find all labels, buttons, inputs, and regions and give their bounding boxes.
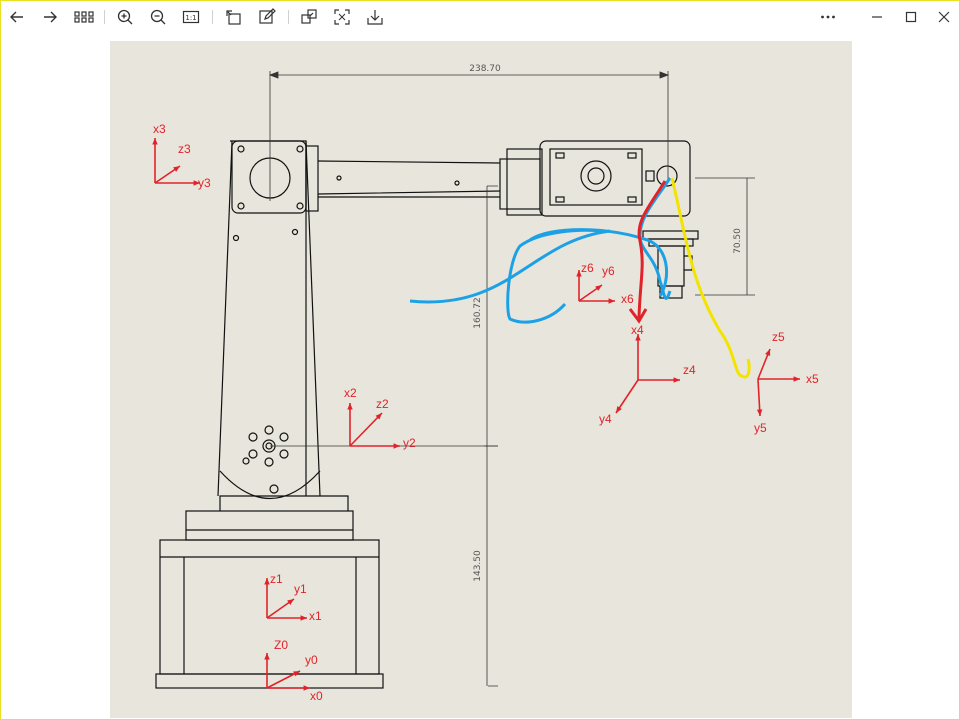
- actual-size-button[interactable]: 1:1: [178, 5, 204, 29]
- maximize-button[interactable]: [898, 5, 924, 29]
- coordinate-frame-labels: x3 z3 y3 x2 z2 y2 z1 y1 x1 Z0 y0 x0 x4 z…: [153, 122, 819, 703]
- close-icon: [938, 11, 950, 23]
- coordinate-frames: [152, 138, 800, 691]
- maximize-icon: [905, 11, 917, 23]
- frame1-y-label: y1: [294, 582, 307, 596]
- frame-axis-arrowhead: [793, 376, 800, 382]
- frame-axis-arrowhead: [595, 285, 602, 291]
- fit-screen-icon: [334, 9, 350, 25]
- dim-right-height: 70.50: [733, 228, 743, 254]
- crop-icon: [301, 9, 317, 24]
- frame0-z-label: Z0: [274, 638, 288, 652]
- frame-axis-arrowhead: [264, 578, 270, 585]
- vertical-scrollbar[interactable]: [951, 41, 959, 718]
- image-canvas[interactable]: 238.70 70.50 160.72 143.50 x3 z3 y3 x2 z…: [110, 41, 852, 718]
- frame2-z-label: z2: [376, 397, 389, 411]
- frame-axis-arrowhead: [152, 138, 158, 145]
- minimize-icon: [872, 16, 882, 18]
- frame2-x-label: x2: [344, 386, 357, 400]
- frame-axis-arrowhead: [300, 615, 307, 621]
- forward-icon: [44, 11, 57, 23]
- zoom-in-button[interactable]: [112, 5, 138, 29]
- save-icon: [367, 10, 383, 25]
- more-button[interactable]: [815, 5, 841, 29]
- close-button[interactable]: [931, 5, 957, 29]
- frame6-z-label: z6: [581, 261, 594, 275]
- frame1-z-label: z1: [270, 572, 283, 586]
- frame-axis-arrowhead: [393, 443, 400, 449]
- frame4-y-label: y4: [599, 412, 612, 426]
- dim-top-width: 238.70: [469, 64, 501, 74]
- frame-axis-arrowhead: [608, 298, 615, 304]
- robot-arm-outline: [155, 140, 699, 689]
- frame3-x-label: x3: [153, 122, 166, 136]
- dim-base-height: 143.50: [473, 550, 483, 582]
- frame0-x-label: x0: [310, 689, 323, 703]
- crop-button[interactable]: [296, 5, 322, 29]
- dimension-lines: [268, 71, 755, 687]
- toolbar: 1:1: [1, 1, 959, 33]
- frame2-y-label: y2: [403, 436, 416, 450]
- frame4-x-label: x4: [631, 323, 644, 337]
- actual-size-label: 1:1: [185, 14, 196, 22]
- frame-axis-arrowhead: [264, 653, 270, 660]
- toolbar-separator: [288, 10, 289, 24]
- frame-axis-arrow: [349, 412, 383, 447]
- toolbar-separator: [104, 10, 105, 24]
- zoom-out-icon: [150, 9, 166, 25]
- frame3-y-label: y3: [198, 176, 211, 190]
- frame5-x-label: x5: [806, 372, 819, 386]
- frame6-y-label: y6: [602, 264, 615, 278]
- frame5-y-label: y5: [754, 421, 767, 435]
- frame-axis-arrowhead: [173, 166, 180, 172]
- rotate-button[interactable]: [221, 5, 247, 29]
- frame6-x-label: x6: [621, 292, 634, 306]
- dim-upper-arm-height: 160.72: [473, 297, 483, 329]
- frame-axis-arrowhead: [765, 349, 771, 356]
- frame5-z-label: z5: [772, 330, 785, 344]
- toolbar-separator: [212, 10, 213, 24]
- frame-axis-arrowhead: [616, 406, 622, 413]
- back-icon: [10, 11, 23, 23]
- robot-arm-drawing: 238.70 70.50 160.72 143.50 x3 z3 y3 x2 z…: [152, 64, 819, 703]
- grid-view-icon: [74, 11, 94, 23]
- frame0-y-label: y0: [305, 653, 318, 667]
- actual-size-icon: 1:1: [182, 10, 200, 24]
- back-button[interactable]: [4, 5, 30, 29]
- fit-screen-button[interactable]: [329, 5, 355, 29]
- more-icon: [821, 15, 835, 19]
- blue-annotation-loop: [506, 228, 601, 324]
- edit-icon: [259, 8, 276, 24]
- save-button[interactable]: [362, 5, 388, 29]
- frame-axis-arrowhead: [673, 377, 680, 383]
- zoom-in-icon: [117, 9, 133, 25]
- forward-button[interactable]: [37, 5, 63, 29]
- grid-view-button[interactable]: [70, 5, 98, 29]
- frame1-x-label: x1: [309, 609, 322, 623]
- frame4-z-label: z4: [683, 363, 696, 377]
- edit-button[interactable]: [254, 5, 280, 29]
- frame3-z-label: z3: [178, 142, 191, 156]
- frame-axis-arrowhead: [756, 409, 763, 416]
- image-viewer-window: 1:1 238.70 70.50 160.72 143.50 x3 z3 y3 …: [0, 0, 960, 720]
- zoom-out-button[interactable]: [145, 5, 171, 29]
- frame-axis-arrowhead: [347, 403, 353, 410]
- rotate-icon: [226, 10, 241, 25]
- minimize-button[interactable]: [864, 5, 890, 29]
